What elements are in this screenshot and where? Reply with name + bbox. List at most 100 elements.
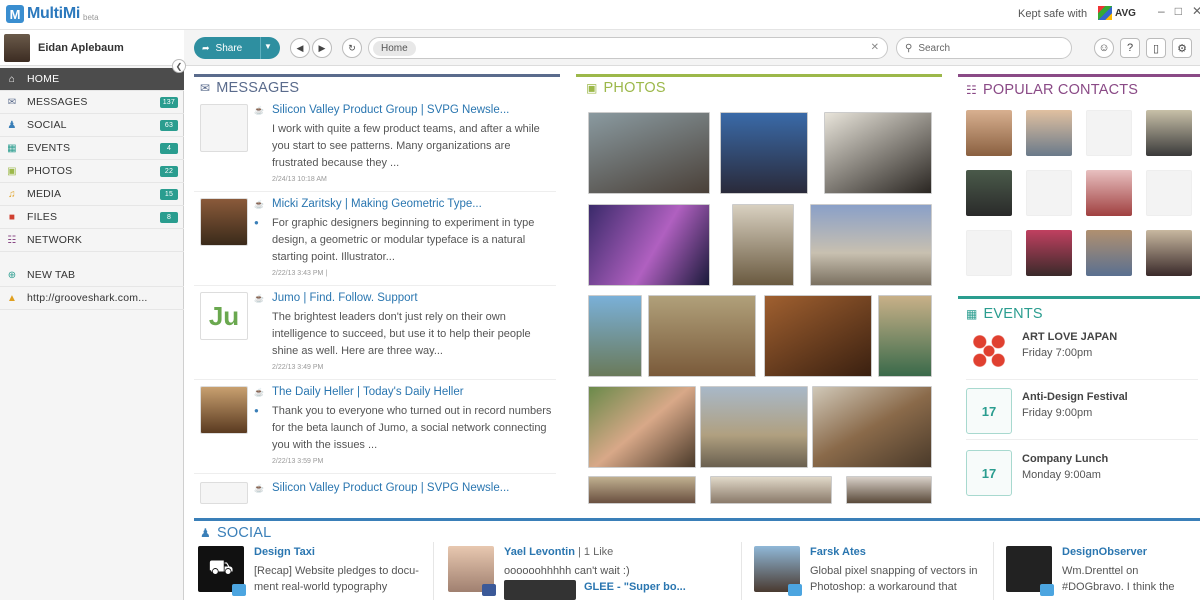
forward-icon: ▶ xyxy=(318,42,326,53)
count-badge: 63 xyxy=(160,120,178,131)
settings-button[interactable]: ⚙ xyxy=(1172,38,1192,58)
list-item[interactable]: ☕ ● The Daily Heller | Today's Daily Hel… xyxy=(194,386,556,474)
calendar-icon: 17 xyxy=(966,388,1012,434)
photo-thumbnail[interactable] xyxy=(648,295,756,377)
panel-title: ♟ SOCIAL xyxy=(200,525,272,541)
sidebar-item-social[interactable]: ♟ SOCIAL 63 xyxy=(0,114,184,137)
sidebar-item-home[interactable]: ⌂ HOME xyxy=(0,68,184,91)
sidebar-item-messages[interactable]: ✉ MESSAGES 137 xyxy=(0,91,184,114)
contact-avatar[interactable] xyxy=(1086,110,1132,156)
photo-thumbnail[interactable] xyxy=(812,386,932,468)
contact-avatar[interactable] xyxy=(966,110,1012,156)
count-badge: 4 xyxy=(160,143,178,154)
panel-accent-bar xyxy=(576,74,942,77)
social-item[interactable]: Yael Levontin | 1 Like oooooohhhhh can't… xyxy=(444,542,742,600)
app-name: MultiMi xyxy=(27,5,80,22)
list-item[interactable]: ☕ Silicon Valley Product Group | SVPG Ne… xyxy=(194,104,556,192)
message-title[interactable]: Silicon Valley Product Group | SVPG News… xyxy=(272,482,509,494)
contact-avatar[interactable] xyxy=(1086,170,1132,216)
address-bar[interactable]: Home ✕ xyxy=(368,37,888,59)
link-icon: ● xyxy=(254,218,259,227)
new-tab-item[interactable]: ⊕ NEW TAB xyxy=(0,264,184,287)
sidebar-item-files[interactable]: ■ FILES 8 xyxy=(0,206,184,229)
message-title[interactable]: Silicon Valley Product Group | SVPG News… xyxy=(272,104,509,116)
social-item[interactable]: ⛟ Design Taxi [Recap] Website pledges to… xyxy=(194,542,434,600)
message-time: 2/24/13 10:18 AM xyxy=(272,176,327,183)
contact-avatar[interactable] xyxy=(1146,110,1192,156)
photo-thumbnail[interactable] xyxy=(710,476,832,504)
beta-badge: beta xyxy=(83,12,99,22)
contact-avatar[interactable] xyxy=(966,230,1012,276)
share-button[interactable]: ➦ Share ▼ xyxy=(194,37,280,59)
avatar[interactable] xyxy=(4,34,30,62)
message-title[interactable]: Micki Zaritsky | Making Geometric Type..… xyxy=(272,198,482,210)
contact-avatar[interactable] xyxy=(1086,230,1132,276)
panel-title: ▣ PHOTOS xyxy=(586,80,666,96)
contact-avatar[interactable] xyxy=(1026,170,1072,216)
photo-thumbnail[interactable] xyxy=(878,295,932,377)
list-item[interactable]: ☕ Silicon Valley Product Group | SVPG Ne… xyxy=(194,482,556,504)
photo-thumbnail[interactable] xyxy=(588,112,710,194)
social-author[interactable]: Yael Levontin | 1 Like xyxy=(504,546,613,558)
photo-thumbnail[interactable] xyxy=(700,386,808,468)
home-icon: ⌂ xyxy=(8,73,16,85)
photo-thumbnail[interactable] xyxy=(764,295,872,377)
search-input[interactable]: ⚲ Search xyxy=(896,37,1072,59)
contact-avatar[interactable] xyxy=(1146,230,1192,276)
photo-thumbnail[interactable] xyxy=(588,204,710,286)
clear-icon[interactable]: ✕ xyxy=(871,42,879,53)
help-button[interactable]: ? xyxy=(1120,38,1140,58)
photo-thumbnail[interactable] xyxy=(824,112,932,194)
social-item[interactable]: DesignObserver Wm.Drenttel on #DOGbravo.… xyxy=(1002,542,1200,600)
panel-title: ✉ MESSAGES xyxy=(200,80,300,96)
photos-panel: ▣ PHOTOS xyxy=(576,74,944,504)
count-badge: 22 xyxy=(160,166,178,177)
photo-thumbnail[interactable] xyxy=(732,204,794,286)
close-icon[interactable]: ✕ xyxy=(1192,4,1200,18)
social-author[interactable]: Farsk Ates xyxy=(810,546,866,558)
photo-thumbnail[interactable] xyxy=(810,204,932,286)
photo-thumbnail[interactable] xyxy=(720,112,808,194)
contact-avatar[interactable] xyxy=(1146,170,1192,216)
sidebar: ⌂ HOME ✉ MESSAGES 137 ♟ SOCIAL 63 ▦ EVEN… xyxy=(0,66,184,600)
panel-title: ☷ POPULAR CONTACTS xyxy=(966,82,1139,98)
refresh-button[interactable]: ↻ xyxy=(342,38,362,58)
event-item[interactable]: ART LOVE JAPAN Friday 7:00pm xyxy=(966,328,1198,380)
sidebar-item-events[interactable]: ▦ EVENTS 4 xyxy=(0,137,184,160)
photo-thumbnail[interactable] xyxy=(588,476,696,504)
event-item[interactable]: 17 Anti-Design Festival Friday 9:00pm xyxy=(966,388,1198,440)
chevron-down-icon[interactable]: ▼ xyxy=(264,42,272,51)
list-item[interactable]: Ju ☕ Jumo | Find. Follow. Support The br… xyxy=(194,292,556,380)
social-author[interactable]: DesignObserver xyxy=(1062,546,1147,558)
photo-thumbnail[interactable] xyxy=(588,295,642,377)
event-time: Monday 9:00am xyxy=(1022,469,1101,481)
avatar xyxy=(200,386,248,434)
message-title[interactable]: Jumo | Find. Follow. Support xyxy=(272,292,418,304)
social-author[interactable]: Design Taxi xyxy=(254,546,315,558)
collapse-sidebar-button[interactable]: ❮ xyxy=(172,59,186,73)
photo-thumbnail[interactable] xyxy=(846,476,932,504)
back-button[interactable]: ◀ xyxy=(290,38,310,58)
list-item[interactable]: ☕ ● Micki Zaritsky | Making Geometric Ty… xyxy=(194,198,556,286)
contact-avatar[interactable] xyxy=(966,170,1012,216)
user-name[interactable]: Eidan Aplebaum xyxy=(38,42,124,54)
sidebar-item-network[interactable]: ☷ NETWORK xyxy=(0,229,184,252)
sidebar-item-label: PHOTOS xyxy=(27,165,73,177)
profile-button[interactable]: ☺ xyxy=(1094,38,1114,58)
bookmark-item[interactable]: ▲ http://grooveshark.com... xyxy=(0,287,184,310)
camera-icon: ▣ xyxy=(586,81,598,95)
sidebar-item-media[interactable]: ♫ MEDIA 15 xyxy=(0,183,184,206)
photo-thumbnail[interactable] xyxy=(588,386,696,468)
sidebar-item-label: FILES xyxy=(27,211,58,223)
device-button[interactable]: ▯ xyxy=(1146,38,1166,58)
social-item[interactable]: Farsk Ates Global pixel snapping of vect… xyxy=(750,542,994,600)
contact-avatar[interactable] xyxy=(1026,110,1072,156)
minimize-icon[interactable]: – xyxy=(1158,4,1165,18)
link-title[interactable]: GLEE - "Super bo... xyxy=(584,581,686,593)
contact-avatar[interactable] xyxy=(1026,230,1072,276)
sidebar-item-photos[interactable]: ▣ PHOTOS 22 xyxy=(0,160,184,183)
message-title[interactable]: The Daily Heller | Today's Daily Heller xyxy=(272,386,464,398)
forward-button[interactable]: ▶ xyxy=(312,38,332,58)
event-item[interactable]: 17 Company Lunch Monday 9:00am xyxy=(966,450,1198,502)
maximize-icon[interactable]: □ xyxy=(1175,4,1182,18)
